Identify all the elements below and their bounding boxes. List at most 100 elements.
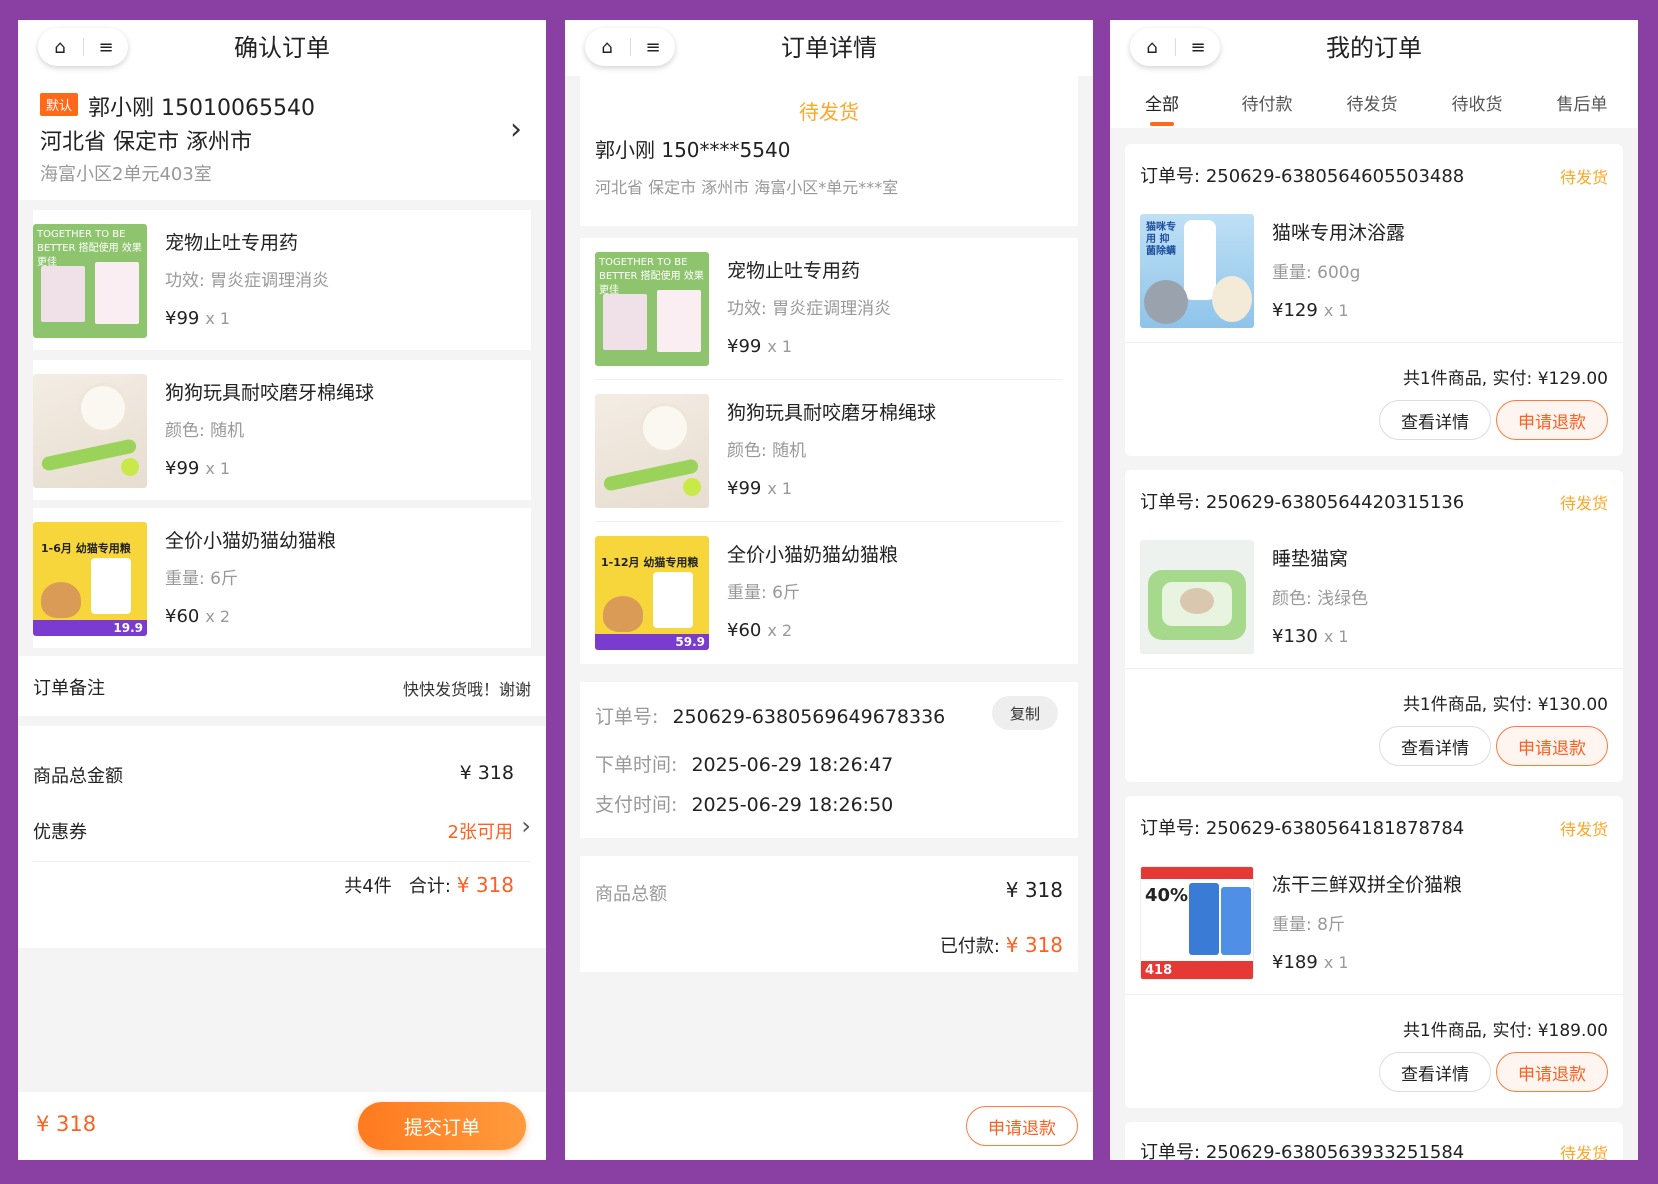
product-image-text: 1-12月 幼猫专用粮	[601, 556, 699, 569]
product-spec: 重量: 8斤	[1272, 915, 1345, 935]
product-name: 宠物止吐专用药	[727, 260, 861, 282]
copy-button[interactable]: 复制	[992, 696, 1058, 730]
tab-pending-payment[interactable]: 待付款	[1235, 90, 1299, 115]
total-label: 商品总金额	[33, 766, 123, 787]
product-spec: 重量: 6斤	[727, 583, 800, 603]
product-name: 冻干三鲜双拼全价猫粮	[1272, 874, 1463, 896]
order-number: 250629-6380569649678336	[672, 706, 946, 728]
page-title: 订单详情	[781, 34, 877, 62]
product-item[interactable]: 1-12月 幼猫专用粮 59.9 全价小猫奶猫幼猫粮 重量: 6斤 ¥60 x 2	[595, 522, 1063, 664]
order-number: 250629-6380564420315136	[1205, 492, 1465, 513]
product-image-text: 1-6月 幼猫专用粮	[41, 542, 131, 555]
order-time-row: 下单时间: 2025-06-29 18:26:47	[595, 750, 893, 777]
product-box-shape	[657, 290, 701, 352]
order-status: 待发货	[1559, 1144, 1608, 1160]
product-name: 宠物止吐专用药	[165, 232, 299, 254]
product-spec: 颜色: 浅绿色	[1272, 589, 1369, 609]
product-image	[595, 394, 709, 508]
nav-bar: ⌂ ≡ 确认订单	[18, 20, 546, 76]
order-tabs: 全部 待付款 待发货 待收货 售后单	[1110, 76, 1638, 128]
quantity: x 1	[1323, 627, 1349, 646]
order-summary: 共1件商品, 实付: ¥130.00	[1402, 695, 1608, 715]
order-summary: 共1件商品, 实付: ¥129.00	[1402, 369, 1608, 389]
product-price: ¥60 x 2	[165, 606, 230, 627]
order-card[interactable]: 订单号: 250629-6380563933251584 待发货	[1125, 1122, 1623, 1160]
remark-row[interactable]: 订单备注 快快发货哦！谢谢	[18, 656, 546, 716]
product-image: TOGETHER TO BE BETTER 搭配使用 效果更佳	[33, 224, 147, 338]
payment-card: 商品总额 ¥ 318 已付款: ¥ 318	[580, 856, 1078, 972]
submit-order-button[interactable]: 提交订单	[358, 1102, 526, 1150]
tab-all[interactable]: 全部	[1130, 90, 1194, 126]
confirm-order-screen: ⌂ ≡ 确认订单 默认 郭小刚 15010065540 河北省 保定市 涿州市 …	[18, 20, 546, 1160]
refund-button[interactable]: 申请退款	[1496, 1052, 1608, 1092]
active-tab-indicator	[1150, 122, 1174, 126]
sum-label: 合计:	[408, 876, 451, 897]
products-card: TOGETHER TO BE BETTER 搭配使用 效果更佳 宠物止吐专用药 …	[580, 238, 1078, 664]
pay-time-label: 支付时间:	[595, 794, 678, 816]
product-image: 1-6月 幼猫专用粮 19.9	[33, 522, 147, 636]
order-number-label: 订单号:	[1140, 492, 1201, 513]
quantity: x 2	[205, 607, 231, 626]
quantity: x 1	[1323, 953, 1349, 972]
product-item[interactable]: 1-6月 幼猫专用粮 19.9 全价小猫奶猫幼猫粮 重量: 6斤 ¥60 x 2	[33, 508, 531, 648]
view-detail-button[interactable]: 查看详情	[1379, 1052, 1491, 1092]
quantity: x 1	[767, 479, 793, 498]
remark-value: 快快发货哦！谢谢	[402, 680, 531, 699]
order-card[interactable]: 订单号: 250629-6380564420315136 待发货 睡垫猫窝 颜色…	[1125, 470, 1623, 782]
product-price: ¥99 x 1	[165, 458, 230, 479]
cat-shape	[1180, 588, 1214, 614]
product-item[interactable]: 狗狗玩具耐咬磨牙棉绳球 颜色: 随机 ¥99 x 1	[33, 360, 531, 500]
product-spec: 颜色: 随机	[165, 421, 245, 441]
product-price: ¥130 x 1	[1272, 626, 1349, 647]
order-number-row: 订单号: 250629-6380564420315136	[1140, 488, 1464, 514]
goods-total-label: 商品总额	[595, 884, 667, 905]
refund-button[interactable]: 申请退款	[1496, 726, 1608, 766]
card-divider	[1125, 342, 1623, 343]
order-card[interactable]: 订单号: 250629-6380564605503488 待发货 猫咪专用 抑菌…	[1125, 144, 1623, 456]
coupon-row[interactable]: 优惠券 2张可用 ›	[33, 802, 531, 862]
product-item[interactable]: TOGETHER TO BE BETTER 搭配使用 效果更佳 宠物止吐专用药 …	[595, 238, 1063, 380]
refund-button[interactable]: 申请退款	[966, 1106, 1078, 1146]
product-image: 40% 418	[1140, 866, 1254, 980]
food-bag-shape	[1221, 887, 1251, 955]
order-summary: 共1件商品, 实付: ¥189.00	[1402, 1021, 1608, 1041]
red-header-strip	[1141, 867, 1253, 879]
address-name-phone: 郭小刚 15010065540	[88, 96, 315, 121]
item-count: 共4件	[344, 876, 392, 897]
price-value: ¥129	[1272, 300, 1318, 321]
view-detail-button[interactable]: 查看详情	[1379, 726, 1491, 766]
address-region: 河北省 保定市 涿州市	[40, 130, 252, 155]
price-value: ¥99	[727, 336, 762, 357]
order-card[interactable]: 订单号: 250629-6380564181878784 待发货 40% 418…	[1125, 796, 1623, 1108]
product-name: 全价小猫奶猫幼猫粮	[727, 544, 899, 566]
order-number-row: 订单号: 250629-6380569649678336	[595, 702, 945, 729]
price-value: ¥60	[727, 620, 762, 641]
food-bag-shape	[91, 558, 131, 614]
default-tag: 默认	[40, 93, 79, 116]
bottom-price: ¥ 318	[36, 1112, 97, 1136]
kitten-shape	[603, 596, 643, 632]
tab-after-sales[interactable]: 售后单	[1550, 90, 1614, 115]
order-number-label: 订单号:	[1140, 1142, 1201, 1160]
order-status: 待发货	[799, 100, 859, 124]
tab-pending-shipment[interactable]: 待发货	[1340, 90, 1404, 115]
product-image-price: 418	[1145, 963, 1173, 978]
product-spec: 颜色: 随机	[727, 441, 807, 461]
product-item[interactable]: 狗狗玩具耐咬磨牙棉绳球 颜色: 随机 ¥99 x 1	[595, 380, 1063, 522]
price-value: ¥60	[165, 606, 200, 627]
product-image	[33, 374, 147, 488]
refund-button[interactable]: 申请退款	[1496, 400, 1608, 440]
order-time-label: 下单时间:	[595, 754, 678, 776]
price-value: ¥99	[727, 478, 762, 499]
order-status: 待发货	[1559, 494, 1608, 513]
order-number-label: 订单号:	[595, 706, 659, 728]
product-price: ¥99 x 1	[165, 308, 230, 329]
view-detail-button[interactable]: 查看详情	[1379, 400, 1491, 440]
goods-total-value: ¥ 318	[1005, 878, 1063, 902]
tab-pending-receipt[interactable]: 待收货	[1445, 90, 1509, 115]
toy-ball-shape	[683, 478, 701, 496]
order-number: 250629-6380564181878784	[1205, 818, 1465, 839]
address-card[interactable]: 默认 郭小刚 15010065540 河北省 保定市 涿州市 海富小区2单元40…	[18, 76, 546, 200]
product-item[interactable]: TOGETHER TO BE BETTER 搭配使用 效果更佳 宠物止吐专用药 …	[33, 210, 531, 350]
receiver-address: 河北省 保定市 涿州市 海富小区*单元***室	[595, 178, 899, 197]
